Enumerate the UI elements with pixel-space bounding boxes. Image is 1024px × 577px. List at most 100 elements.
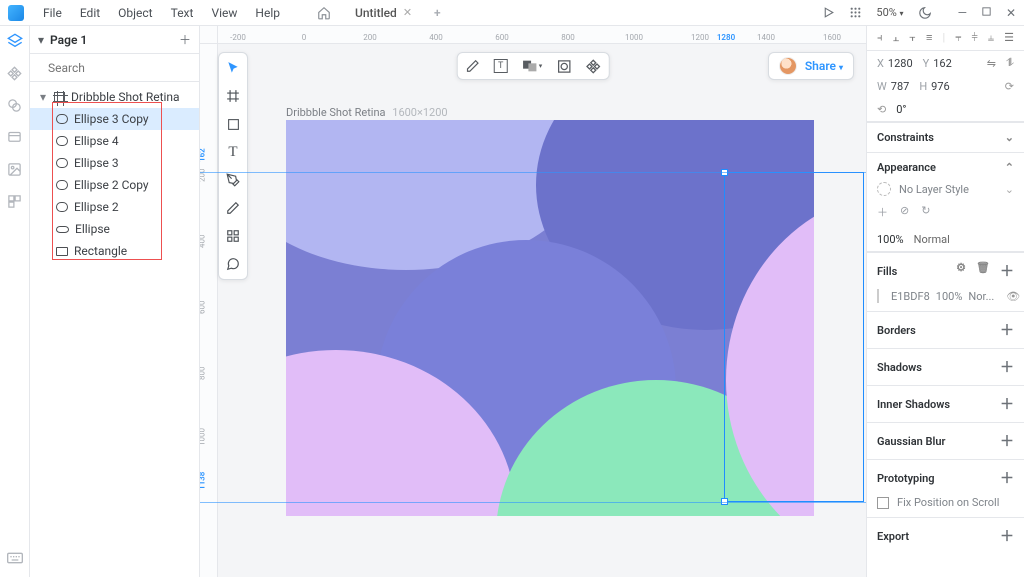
align-top-icon[interactable]: ⫧ xyxy=(955,31,961,45)
distribute-v-icon[interactable]: ☰ xyxy=(1004,31,1014,45)
add-style-icon[interactable]: ＋ xyxy=(877,204,888,220)
w-value[interactable]: 787 xyxy=(891,80,910,93)
zoom-level[interactable]: 50% ▾ xyxy=(876,6,903,19)
fill-hex[interactable]: E1BDF8 xyxy=(891,290,930,303)
menu-help[interactable]: Help xyxy=(248,3,287,23)
styles-icon[interactable] xyxy=(6,96,24,114)
text-edit-icon[interactable]: T xyxy=(494,59,508,73)
more-shapes-icon[interactable] xyxy=(224,227,242,245)
typography-icon[interactable] xyxy=(6,192,24,210)
layer-row[interactable]: Rectangle xyxy=(30,240,199,262)
distribute-icon[interactable]: ≡ xyxy=(926,31,932,45)
window-close[interactable]: ✕ xyxy=(1006,6,1016,20)
align-bottom-icon[interactable]: ⫨ xyxy=(988,31,994,45)
keyboard-icon[interactable] xyxy=(6,549,24,567)
search-input[interactable] xyxy=(46,60,200,76)
page-selector[interactable]: ▾ Page 1 ＋ xyxy=(30,26,199,54)
lock-aspect-icon[interactable]: ⟳ xyxy=(1005,80,1014,93)
visibility-icon[interactable]: 👁 xyxy=(1006,290,1020,303)
frame-tool-icon[interactable] xyxy=(224,87,242,105)
section-constraints[interactable]: Constraints ⌄ xyxy=(867,122,1024,152)
close-icon[interactable]: ✕ xyxy=(403,6,412,19)
fill-mode[interactable]: Nor... xyxy=(968,290,994,303)
section-blur[interactable]: Gaussian Blur＋ xyxy=(867,422,1024,459)
layers-tab-icon[interactable] xyxy=(6,32,24,50)
home-icon[interactable] xyxy=(313,2,335,24)
comment-tool-icon[interactable] xyxy=(224,255,242,273)
detach-style-icon[interactable]: ⊘ xyxy=(900,204,909,220)
section-inner-shadows[interactable]: Inner Shadows＋ xyxy=(867,385,1024,422)
shape-tool-icon[interactable] xyxy=(224,115,242,133)
add-icon[interactable]: ＋ xyxy=(1000,526,1014,546)
document-tab[interactable]: Untitled ✕ xyxy=(345,3,422,23)
select-tool-icon[interactable] xyxy=(224,59,242,77)
menu-object[interactable]: Object xyxy=(111,3,159,23)
layer-search[interactable]: ⌃⌄ xyxy=(30,54,199,82)
fill-row[interactable]: E1BDF8 100% Nor... 👁 xyxy=(867,289,1024,311)
menu-text[interactable]: Text xyxy=(164,3,201,23)
flip-v-icon[interactable]: ⥮ xyxy=(1006,56,1014,70)
section-borders[interactable]: Borders＋ xyxy=(867,311,1024,348)
add-icon[interactable]: ＋ xyxy=(1000,431,1014,451)
add-icon[interactable]: ＋ xyxy=(1000,468,1014,488)
layer-style-row[interactable]: No Layer Style ⌄ xyxy=(867,182,1024,204)
checkbox[interactable] xyxy=(877,497,889,509)
share-pill[interactable]: Share ▾ xyxy=(768,52,854,80)
layer-row[interactable]: Ellipse xyxy=(30,218,199,240)
flatten-icon[interactable] xyxy=(585,59,600,74)
settings-icon[interactable]: ⚙ xyxy=(956,261,966,281)
opacity-value[interactable]: 100% xyxy=(877,233,904,246)
rotation-value[interactable]: 0° xyxy=(896,103,906,116)
canvas-stage[interactable]: -200 0 200 400 600 800 1000 1200 1400 16… xyxy=(200,26,866,577)
fix-scroll-row[interactable]: Fix Position on Scroll xyxy=(867,496,1024,517)
add-tab[interactable]: + xyxy=(426,6,449,20)
pen-tool-icon[interactable] xyxy=(224,171,242,189)
add-page-icon[interactable]: ＋ xyxy=(179,31,191,48)
reset-style-icon[interactable]: ↻ xyxy=(921,204,930,220)
layer-row[interactable]: Ellipse 3 xyxy=(30,152,199,174)
artboard-label[interactable]: Dribbble Shot Retina 1600×1200 xyxy=(286,106,448,119)
assets-icon[interactable] xyxy=(6,128,24,146)
fill-swatch[interactable] xyxy=(877,289,879,303)
selection-box[interactable] xyxy=(724,172,864,502)
components-icon[interactable] xyxy=(6,64,24,82)
image-icon[interactable] xyxy=(6,160,24,178)
align-vcenter-icon[interactable]: ⫩ xyxy=(971,31,977,45)
section-fills[interactable]: Fills ⚙ 🗑 ＋ xyxy=(867,252,1024,289)
blend-mode[interactable]: Normal xyxy=(914,233,950,246)
add-icon[interactable]: ＋ xyxy=(1000,394,1014,414)
layer-row[interactable]: Ellipse 2 Copy xyxy=(30,174,199,196)
edit-icon[interactable] xyxy=(466,59,480,73)
section-shadows[interactable]: Shadows＋ xyxy=(867,348,1024,385)
layer-row[interactable]: Ellipse 3 Copy xyxy=(30,108,199,130)
window-minimize[interactable]: ― xyxy=(958,6,967,20)
mask-icon[interactable] xyxy=(556,59,571,74)
align-left-icon[interactable]: ⫞ xyxy=(877,31,883,45)
window-maximize[interactable] xyxy=(981,6,992,20)
layer-row[interactable]: Ellipse 4 xyxy=(30,130,199,152)
boolean-icon[interactable]: ▾ xyxy=(522,59,543,73)
dark-mode-icon[interactable] xyxy=(918,6,932,20)
frame-row[interactable]: ▾ Dribbble Shot Retina xyxy=(30,86,199,108)
menu-file[interactable]: File xyxy=(36,3,69,23)
y-value[interactable]: 162 xyxy=(933,57,952,70)
add-fill-icon[interactable]: ＋ xyxy=(1000,261,1014,281)
layer-row[interactable]: Ellipse 2 xyxy=(30,196,199,218)
x-value[interactable]: 1280 xyxy=(888,57,913,70)
pencil-tool-icon[interactable] xyxy=(224,199,242,217)
share-button[interactable]: Share ▾ xyxy=(805,59,843,73)
align-right-icon[interactable]: ⫟ xyxy=(909,31,916,45)
add-icon[interactable]: ＋ xyxy=(1000,357,1014,377)
text-tool-icon[interactable]: T xyxy=(224,143,242,161)
section-appearance[interactable]: Appearance ⌃ xyxy=(867,152,1024,182)
menu-edit[interactable]: Edit xyxy=(73,3,107,23)
app-logo[interactable] xyxy=(8,5,24,21)
align-hcenter-icon[interactable]: ⫠ xyxy=(893,31,900,45)
section-prototyping[interactable]: Prototyping＋ xyxy=(867,459,1024,496)
h-value[interactable]: 976 xyxy=(931,80,950,93)
add-icon[interactable]: ＋ xyxy=(1000,320,1014,340)
section-export[interactable]: Export＋ xyxy=(867,517,1024,554)
fill-opacity[interactable]: 100% xyxy=(936,290,963,303)
menu-view[interactable]: View xyxy=(204,3,244,23)
play-icon[interactable] xyxy=(822,6,835,19)
